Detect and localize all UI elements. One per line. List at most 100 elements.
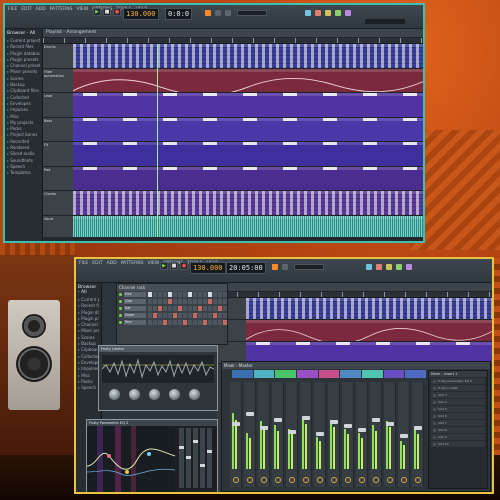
route-knob[interactable]: [289, 477, 295, 483]
step-button[interactable]: [163, 306, 167, 311]
step-button[interactable]: [153, 306, 157, 311]
track-lane[interactable]: [246, 320, 492, 342]
effect-slot[interactable]: Slot 8: [431, 427, 485, 433]
browser-item[interactable]: Speech: [78, 385, 99, 391]
playhead[interactable]: [157, 44, 158, 241]
step-button[interactable]: [213, 320, 217, 325]
volume-fader[interactable]: [372, 418, 380, 422]
step-button[interactable]: [153, 299, 157, 304]
step-button[interactable]: [148, 306, 152, 311]
menu-item-add[interactable]: ADD: [36, 7, 46, 12]
horizontal-scrollbar[interactable]: [43, 237, 423, 241]
volume-fader[interactable]: [274, 418, 282, 422]
step-button[interactable]: [193, 292, 197, 297]
channel-name-button[interactable]: Clap: [123, 299, 146, 304]
step-button[interactable]: [193, 299, 197, 304]
volume-fader[interactable]: [386, 422, 394, 426]
step-button[interactable]: [193, 306, 197, 311]
track-header[interactable]: Filter automation: [43, 68, 73, 93]
wait-icon[interactable]: [215, 10, 221, 16]
menu-item-add[interactable]: ADD: [107, 261, 117, 266]
menu-item-view[interactable]: VIEW: [147, 261, 159, 266]
track-lane[interactable]: [73, 93, 423, 118]
route-knob[interactable]: [387, 477, 393, 483]
step-button[interactable]: [208, 320, 212, 325]
step-button[interactable]: [158, 299, 162, 304]
step-button[interactable]: [168, 313, 172, 318]
step-button[interactable]: [203, 313, 207, 318]
insert-color-tab[interactable]: [253, 370, 275, 378]
step-button[interactable]: [148, 320, 152, 325]
threshold-knob[interactable]: [149, 389, 160, 400]
playlist-icon[interactable]: [305, 10, 311, 16]
step-button[interactable]: [158, 306, 162, 311]
step-button[interactable]: [203, 299, 207, 304]
step-button[interactable]: [173, 306, 177, 311]
step-button[interactable]: [148, 292, 152, 297]
menu-item-file[interactable]: FILE: [8, 7, 17, 12]
volume-fader[interactable]: [260, 426, 268, 430]
track-lane[interactable]: [73, 68, 423, 93]
route-knob[interactable]: [401, 477, 407, 483]
step-button[interactable]: [218, 299, 222, 304]
step-button[interactable]: [188, 299, 192, 304]
browser-item[interactable]: Impulses: [78, 366, 99, 372]
step-button[interactable]: [153, 313, 157, 318]
step-button[interactable]: [218, 306, 222, 311]
effect-slot[interactable]: Slot 3: [431, 392, 485, 398]
step-button[interactable]: [183, 320, 187, 325]
volume-fader[interactable]: [302, 416, 310, 420]
slot-enable-led[interactable]: [433, 421, 436, 425]
plugin-title[interactable]: Fruity Limiter: [99, 346, 217, 352]
insert-color-tab[interactable]: [405, 370, 427, 378]
piano-roll-icon[interactable]: [315, 10, 321, 16]
volume-fader[interactable]: [288, 430, 296, 434]
countdown-icon[interactable]: [225, 10, 231, 16]
browser-icon[interactable]: [406, 264, 412, 270]
insert-color-tab[interactable]: [383, 370, 405, 378]
tempo-display[interactable]: 130.000: [190, 262, 226, 274]
effect-slot[interactable]: Slot 7: [431, 420, 485, 426]
step-button[interactable]: [183, 306, 187, 311]
route-knob[interactable]: [303, 477, 309, 483]
step-button[interactable]: [218, 313, 222, 318]
browser-item[interactable]: Clipboard files: [7, 88, 40, 94]
track-lane[interactable]: [73, 191, 423, 216]
menu-item-view[interactable]: VIEW: [76, 7, 88, 12]
step-button[interactable]: [198, 299, 202, 304]
browser-item[interactable]: Project bones: [7, 132, 40, 138]
step-button[interactable]: [178, 292, 182, 297]
piano-roll-icon[interactable]: [376, 264, 382, 270]
step-button[interactable]: [198, 306, 202, 311]
gain-knob[interactable]: [109, 389, 120, 400]
slot-enable-led[interactable]: [433, 414, 436, 418]
browser-item[interactable]: Plugin database: [7, 51, 40, 57]
menu-item-file[interactable]: FILE: [79, 261, 88, 266]
step-button[interactable]: [213, 292, 217, 297]
menu-item-patterns[interactable]: PATTERNS: [50, 7, 73, 12]
metronome-icon[interactable]: [272, 264, 278, 270]
step-button[interactable]: [183, 292, 187, 297]
slot-enable-led[interactable]: [433, 435, 436, 439]
browser-item[interactable]: Clipboard files: [78, 347, 99, 353]
route-knob[interactable]: [233, 477, 239, 483]
slot-enable-led[interactable]: [433, 393, 436, 397]
slot-enable-led[interactable]: [433, 379, 436, 383]
channel-rack-icon[interactable]: [325, 10, 331, 16]
insert-color-tab[interactable]: [362, 370, 383, 378]
effect-slot[interactable]: Slot 5: [431, 406, 485, 412]
step-button[interactable]: [183, 299, 187, 304]
step-button[interactable]: [223, 299, 227, 304]
browser-item[interactable]: Recent files: [78, 303, 99, 309]
step-button[interactable]: [178, 313, 182, 318]
track-lane[interactable]: [73, 166, 423, 191]
step-button[interactable]: [158, 313, 162, 318]
step-button[interactable]: [208, 306, 212, 311]
insert-color-tab[interactable]: [232, 370, 253, 378]
step-button[interactable]: [178, 299, 182, 304]
step-button[interactable]: [163, 292, 167, 297]
step-button[interactable]: [168, 292, 172, 297]
track-lane[interactable]: [73, 142, 423, 167]
channel-active-led[interactable]: [119, 321, 122, 324]
route-knob[interactable]: [247, 477, 253, 483]
